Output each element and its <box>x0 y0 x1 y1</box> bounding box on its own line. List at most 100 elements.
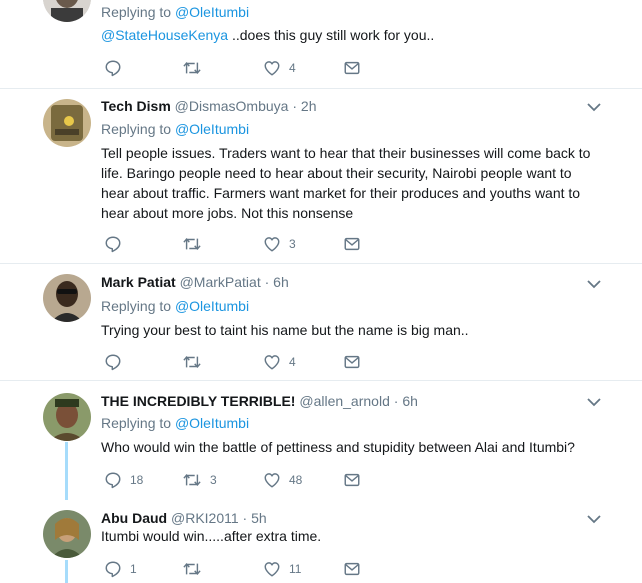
replying-to: Replying to @OleItumbi <box>101 120 249 138</box>
tweet-card[interactable]: Tech Dism @DismasOmbuya · 2h Replying to… <box>0 89 642 263</box>
tweet-card[interactable]: Mark Patiat @MarkPatiat · 6h Replying to… <box>0 264 642 380</box>
chevron-down-icon[interactable] <box>586 396 602 408</box>
reply-button[interactable]: 1 <box>104 559 137 579</box>
avatar[interactable] <box>43 510 91 558</box>
separator-dot: · <box>242 510 248 526</box>
retweet-button[interactable]: 3 <box>182 470 217 490</box>
retweet-button[interactable] <box>182 58 210 78</box>
separator-dot: · <box>264 274 270 290</box>
dm-button[interactable] <box>343 58 361 78</box>
replying-to-link[interactable]: @OleItumbi <box>175 121 249 137</box>
tweet-actions: 4 <box>101 58 381 78</box>
dm-icon <box>343 471 361 489</box>
display-name[interactable]: Tech Dism <box>101 98 171 114</box>
tweet-actions: 4 <box>101 352 381 372</box>
like-icon <box>263 353 281 371</box>
retweet-icon <box>182 235 202 253</box>
separator-dot: · <box>292 98 298 114</box>
dm-icon <box>343 353 361 371</box>
like-count: 4 <box>289 355 296 369</box>
user-handle[interactable]: @RKI2011 <box>171 510 239 526</box>
tweet-header: Abu Daud @RKI2011 · 5h <box>101 509 267 527</box>
retweet-icon <box>182 471 202 489</box>
tweet-text: Tell people issues. Traders want to hear… <box>101 145 591 221</box>
dm-button[interactable] <box>343 470 361 490</box>
retweet-icon <box>182 59 202 77</box>
user-handle[interactable]: @MarkPatiat <box>180 274 261 290</box>
timestamp[interactable]: 2h <box>301 98 317 114</box>
tweet-header: Mark Patiat @MarkPatiat · 6h <box>101 273 289 291</box>
like-icon <box>263 560 281 578</box>
tweet-actions: 3 <box>101 234 381 254</box>
replying-to: Replying to @OleItumbi <box>101 297 249 315</box>
tweet-body: ..does this guy still work for you.. <box>228 27 435 43</box>
tweet-text: Trying your best to taint his name but t… <box>101 322 469 338</box>
retweet-button[interactable] <box>182 234 210 254</box>
dm-icon <box>343 560 361 578</box>
reply-icon <box>104 353 122 371</box>
like-button[interactable]: 4 <box>263 58 296 78</box>
retweet-button[interactable] <box>182 559 210 579</box>
display-name[interactable]: THE INCREDIBLY TERRIBLE! <box>101 393 295 409</box>
like-button[interactable]: 48 <box>263 470 302 490</box>
display-name[interactable]: Mark Patiat <box>101 274 176 290</box>
avatar[interactable] <box>43 0 91 22</box>
tweet-card[interactable]: Abu Daud @RKI2011 · 5h Itumbi would win.… <box>0 498 642 583</box>
like-icon <box>263 59 281 77</box>
avatar[interactable] <box>43 274 91 322</box>
reply-button[interactable]: 18 <box>104 470 143 490</box>
tweet-actions: 1 11 <box>101 559 381 579</box>
avatar[interactable] <box>43 393 91 441</box>
replying-prefix: Replying to <box>101 415 175 431</box>
avatar[interactable] <box>43 99 91 147</box>
replying-prefix: Replying to <box>101 121 175 137</box>
reply-button[interactable] <box>104 234 130 254</box>
reply-button[interactable] <box>104 352 130 372</box>
replying-prefix: Replying to <box>101 298 175 314</box>
timestamp[interactable]: 6h <box>402 393 418 409</box>
tweet-card[interactable]: Replying to @OleItumbi @StateHouseKenya … <box>0 0 642 88</box>
chevron-down-icon[interactable] <box>586 513 602 525</box>
timestamp[interactable]: 5h <box>251 510 267 526</box>
like-button[interactable]: 11 <box>263 559 301 579</box>
tweet-text: @StateHouseKenya ..does this guy still w… <box>101 25 601 45</box>
like-count: 48 <box>289 473 303 487</box>
reply-count: 1 <box>130 562 137 576</box>
replying-to-link[interactable]: @OleItumbi <box>175 4 249 20</box>
like-count: 3 <box>289 237 296 251</box>
retweet-count: 3 <box>210 473 217 487</box>
reply-button[interactable] <box>104 58 130 78</box>
retweet-icon <box>182 560 202 578</box>
retweet-button[interactable] <box>182 352 210 372</box>
chevron-down-icon[interactable] <box>586 278 602 290</box>
tweet-card[interactable]: THE INCREDIBLY TERRIBLE! @allen_arnold ·… <box>0 381 642 498</box>
like-count: 4 <box>289 61 296 75</box>
reply-icon <box>104 560 122 578</box>
dm-icon <box>343 59 361 77</box>
timestamp[interactable]: 6h <box>273 274 289 290</box>
dm-button[interactable] <box>343 352 361 372</box>
dm-button[interactable] <box>343 234 361 254</box>
like-button[interactable]: 4 <box>263 352 296 372</box>
user-handle[interactable]: @DismasOmbuya <box>175 98 289 114</box>
replying-to: Replying to @OleItumbi <box>101 414 249 432</box>
replying-prefix: Replying to <box>101 4 175 20</box>
tweet-actions: 18 3 48 <box>101 470 381 490</box>
reply-icon <box>104 59 122 77</box>
like-button[interactable]: 3 <box>263 234 296 254</box>
user-handle[interactable]: @allen_arnold <box>299 393 390 409</box>
mention-link[interactable]: @StateHouseKenya <box>101 27 228 43</box>
replying-to: Replying to @OleItumbi <box>101 3 249 21</box>
dm-icon <box>343 235 361 253</box>
display-name[interactable]: Abu Daud <box>101 510 167 526</box>
replying-to-link[interactable]: @OleItumbi <box>175 298 249 314</box>
tweet-text: Who would win the battle of pettiness an… <box>101 439 575 455</box>
dm-button[interactable] <box>343 559 361 579</box>
replying-to-link[interactable]: @OleItumbi <box>175 415 249 431</box>
reply-count: 18 <box>130 473 144 487</box>
chevron-down-icon[interactable] <box>586 101 602 113</box>
retweet-icon <box>182 353 202 371</box>
tweet-header: Tech Dism @DismasOmbuya · 2h <box>101 97 316 115</box>
reply-icon <box>104 471 122 489</box>
reply-icon <box>104 235 122 253</box>
